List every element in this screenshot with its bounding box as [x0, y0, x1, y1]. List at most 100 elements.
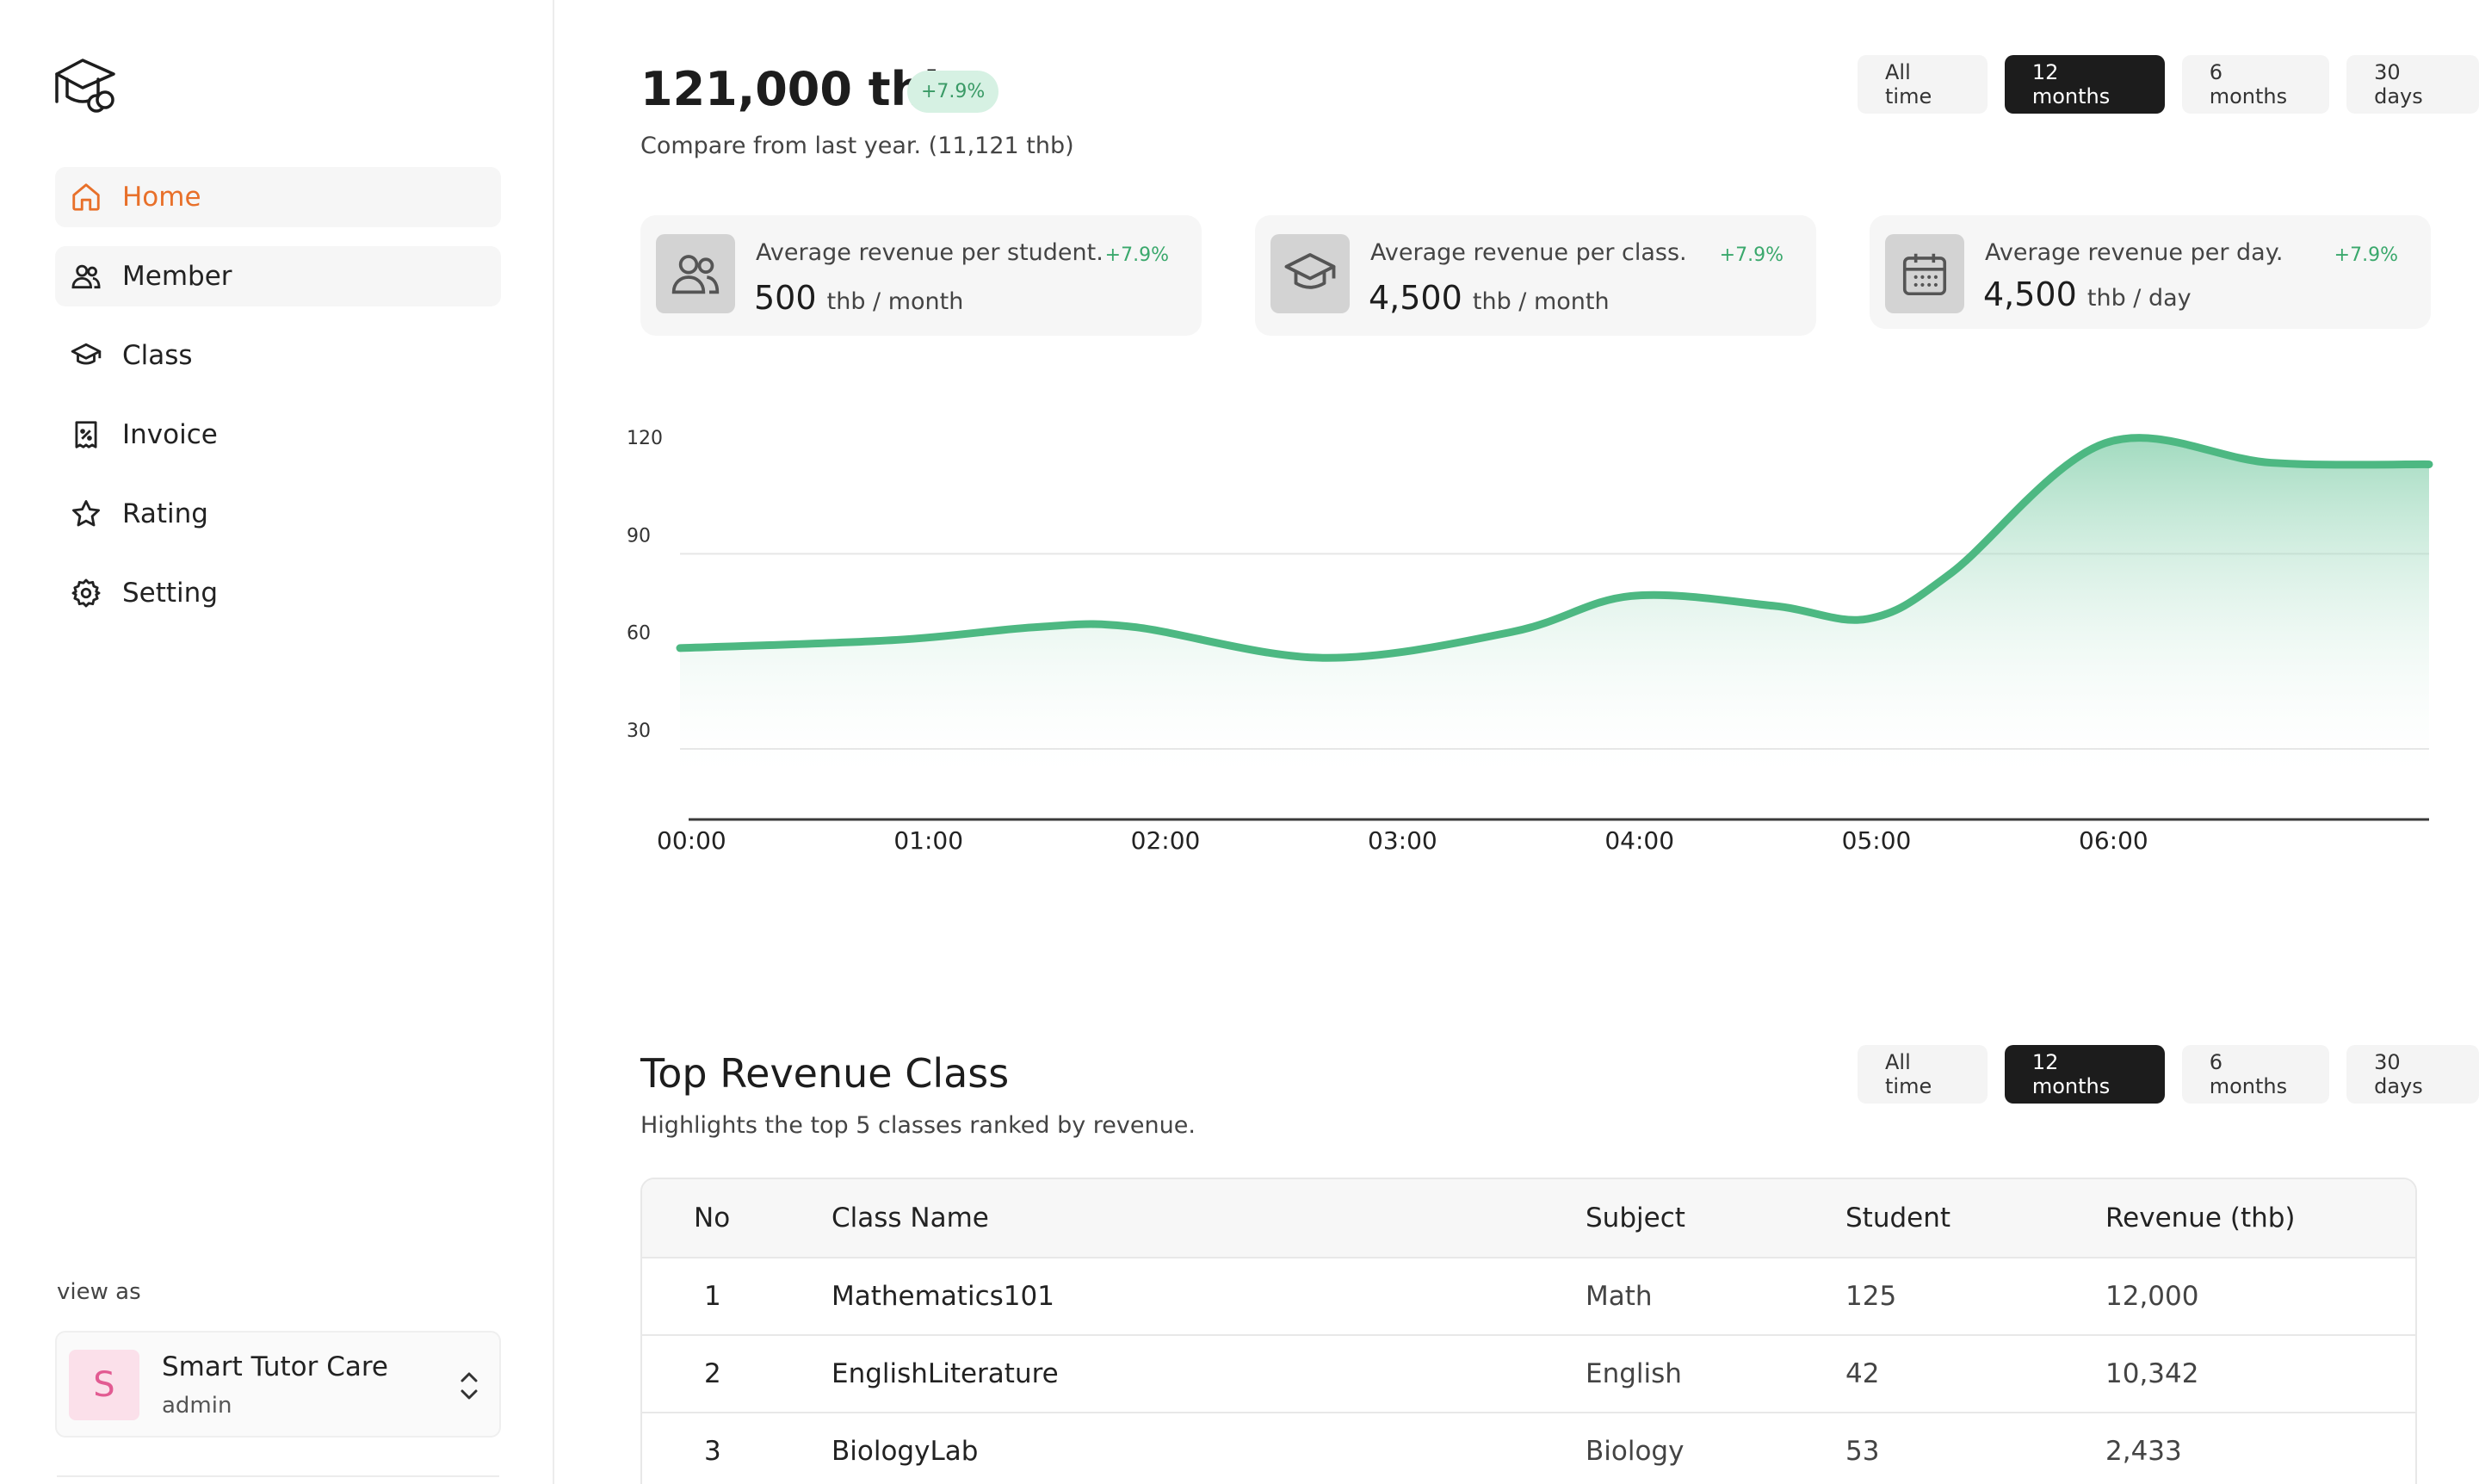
cell-subject: Math — [1586, 1281, 1653, 1312]
cell-revenue: 2,433 — [2105, 1436, 2182, 1467]
stat-card-per-class: Average revenue per class. 4,500 thb / m… — [1255, 215, 1816, 336]
stat-number: 500 — [754, 279, 817, 317]
series-area — [680, 437, 2429, 785]
cell-revenue: 10,342 — [2105, 1358, 2199, 1389]
column-header-student[interactable]: Student — [1845, 1203, 2105, 1234]
sidebar-nav: Home Member Class Invoice Rating Setting — [55, 167, 501, 642]
stat-change: +7.9% — [1719, 244, 1784, 266]
cell-student: 125 — [1845, 1281, 1897, 1312]
stat-change: +7.9% — [1104, 244, 1169, 266]
sidebar-item-label: Home — [122, 182, 201, 213]
stat-value: 4,500 thb / day — [1983, 275, 2192, 313]
table-range-tabs: All time 12 months 6 months 30 days — [1858, 1045, 2479, 1104]
column-header-subject[interactable]: Subject — [1586, 1203, 1845, 1234]
stat-number: 4,500 — [1983, 275, 2077, 313]
home-icon — [69, 180, 103, 214]
x-tick-label: 01:00 — [893, 826, 963, 855]
account-switcher[interactable]: S Smart Tutor Care admin — [55, 1331, 501, 1438]
change-badge: +7.9% — [907, 71, 999, 113]
avatar: S — [69, 1350, 139, 1420]
column-header-class-name[interactable]: Class Name — [778, 1203, 1586, 1234]
sidebar-item-class[interactable]: Class — [55, 325, 501, 386]
tab-all-time[interactable]: All time — [1858, 55, 1988, 114]
sidebar-item-label: Member — [122, 261, 232, 292]
cell-no: 2 — [704, 1358, 721, 1389]
sidebar-item-member[interactable]: Member — [55, 246, 501, 306]
stat-card-per-day: Average revenue per day. 4,500 thb / day… — [1870, 215, 2431, 329]
sidebar: Home Member Class Invoice Rating Setting… — [0, 0, 554, 1484]
x-tick-label: 00:00 — [657, 826, 726, 855]
tab-12-months[interactable]: 12 months — [2004, 1045, 2165, 1104]
divider — [57, 1475, 499, 1477]
tab-all-time[interactable]: All time — [1858, 1045, 1988, 1104]
column-header-revenue[interactable]: Revenue (thb) — [2105, 1203, 2415, 1234]
users-icon — [656, 234, 735, 313]
cell-student: 53 — [1845, 1436, 1880, 1467]
y-tick-label: 60 — [627, 623, 651, 645]
x-tick-label: 03:00 — [1368, 826, 1437, 855]
graduation-cap-logo-icon[interactable] — [53, 53, 121, 114]
tab-30-days[interactable]: 30 days — [2346, 1045, 2479, 1104]
column-header-no[interactable]: No — [642, 1203, 778, 1234]
tab-6-months[interactable]: 6 months — [2181, 55, 2330, 114]
table-row[interactable]: 1 Mathematics101 Math 125 12,000 — [642, 1257, 2415, 1334]
stat-title: Average revenue per class. — [1370, 239, 1687, 266]
stat-value: 500 thb / month — [754, 279, 963, 317]
stat-unit: thb / month — [826, 288, 964, 315]
stat-unit: thb / day — [2086, 285, 2192, 312]
sidebar-item-setting[interactable]: Setting — [55, 563, 501, 623]
range-tabs: All time 12 months 6 months 30 days — [1858, 55, 2479, 114]
x-tick-label: 02:00 — [1131, 826, 1201, 855]
stat-title: Average revenue per day. — [1985, 239, 2284, 266]
table-row[interactable]: 3 BiologyLab Biology 53 2,433 — [642, 1412, 2415, 1484]
tab-30-days[interactable]: 30 days — [2346, 55, 2479, 114]
sidebar-item-label: Setting — [122, 578, 218, 609]
stat-value: 4,500 thb / month — [1369, 279, 1610, 317]
table-row[interactable]: 2 EnglishLiterature English 42 10,342 — [642, 1334, 2415, 1412]
revenue-area-chart: 120 90 60 30 00:00 01:00 02:00 03:00 04:00 05:00 0… — [627, 428, 2433, 855]
cell-revenue: 12,000 — [2105, 1281, 2199, 1312]
cell-class-name: BiologyLab — [831, 1436, 979, 1467]
tab-12-months[interactable]: 12 months — [2004, 55, 2165, 114]
sidebar-item-label: Class — [122, 340, 193, 371]
users-icon — [69, 259, 103, 294]
user-role: admin — [162, 1393, 232, 1419]
view-as-label: view as — [57, 1279, 141, 1305]
cell-no: 1 — [704, 1281, 721, 1312]
cell-class-name: Mathematics101 — [831, 1281, 1054, 1312]
chevron-up-down-icon — [456, 1367, 482, 1405]
main-content: 121,000 thb +7.9% Compare from last year… — [556, 0, 2479, 1484]
sidebar-item-label: Rating — [122, 498, 208, 529]
y-tick-label: 30 — [627, 720, 651, 742]
gear-icon — [69, 576, 103, 610]
sidebar-item-invoice[interactable]: Invoice — [55, 405, 501, 465]
receipt-icon — [69, 417, 103, 452]
cell-subject: English — [1586, 1358, 1682, 1389]
section-subtitle: Highlights the top 5 classes ranked by r… — [640, 1112, 1196, 1139]
stat-unit: thb / month — [1472, 288, 1610, 315]
table-header-row: No Class Name Subject Student Revenue (t… — [642, 1179, 2415, 1257]
x-tick-label: 05:00 — [1842, 826, 1912, 855]
compare-text: Compare from last year. (11,121 thb) — [640, 133, 1074, 159]
stat-title: Average revenue per student. — [756, 239, 1103, 266]
sidebar-item-rating[interactable]: Rating — [55, 484, 501, 544]
calendar-icon — [1885, 234, 1964, 313]
graduation-cap-icon — [69, 338, 103, 373]
stat-card-per-student: Average revenue per student. 500 thb / m… — [640, 215, 1202, 336]
section-title: Top Revenue Class — [640, 1050, 1010, 1097]
sidebar-item-label: Invoice — [122, 419, 218, 450]
sidebar-item-home[interactable]: Home — [55, 167, 501, 227]
stat-change: +7.9% — [2334, 244, 2398, 266]
cell-subject: Biology — [1586, 1436, 1685, 1467]
x-tick-label: 04:00 — [1604, 826, 1674, 855]
x-tick-label: 06:00 — [2079, 826, 2148, 855]
stat-number: 4,500 — [1369, 279, 1462, 317]
cell-student: 42 — [1845, 1358, 1880, 1389]
tab-6-months[interactable]: 6 months — [2181, 1045, 2330, 1104]
cell-class-name: EnglishLiterature — [831, 1358, 1059, 1389]
y-tick-label: 90 — [627, 525, 651, 547]
star-icon — [69, 497, 103, 531]
y-tick-label: 120 — [627, 428, 663, 449]
cell-no: 3 — [704, 1436, 721, 1467]
graduation-cap-icon — [1270, 234, 1350, 313]
